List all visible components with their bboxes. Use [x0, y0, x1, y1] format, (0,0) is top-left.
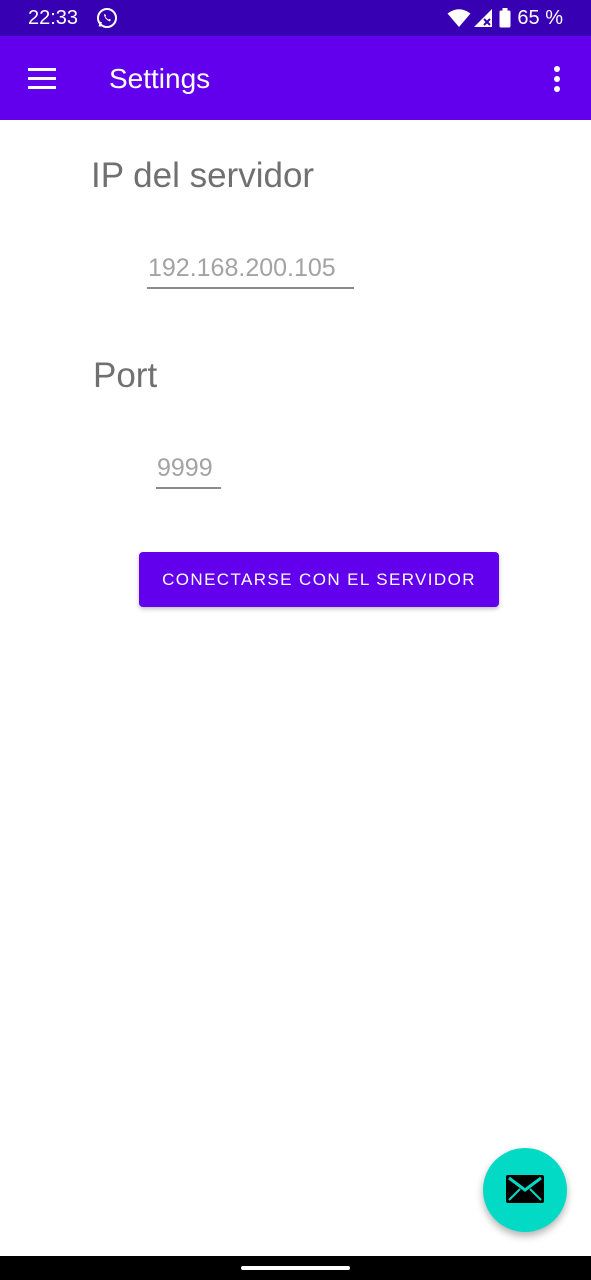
home-gesture-handle[interactable]	[241, 1266, 350, 1270]
email-fab-button[interactable]	[483, 1148, 567, 1232]
status-icons: 65 %	[447, 6, 563, 30]
page-title: Settings	[109, 63, 211, 94]
port-label: Port	[93, 356, 158, 395]
app-bar: Settings	[0, 36, 591, 120]
email-icon	[506, 1174, 544, 1206]
system-navigation-bar	[0, 1256, 591, 1280]
battery-icon	[499, 8, 511, 28]
battery-percentage: 65 %	[517, 6, 563, 29]
ip-label: IP del servidor	[91, 156, 315, 195]
signal-icon	[473, 8, 493, 28]
more-vert-icon[interactable]	[550, 66, 564, 92]
wifi-icon	[447, 8, 471, 28]
status-bar: 22:33 65 %	[0, 0, 591, 36]
hamburger-menu-icon[interactable]	[28, 68, 56, 90]
port-input[interactable]	[156, 454, 221, 489]
whatsapp-icon	[96, 7, 118, 29]
status-time: 22:33	[28, 7, 79, 29]
ip-input[interactable]	[147, 254, 354, 289]
connect-button[interactable]: CONECTARSE CON EL SERVIDOR	[139, 552, 499, 607]
